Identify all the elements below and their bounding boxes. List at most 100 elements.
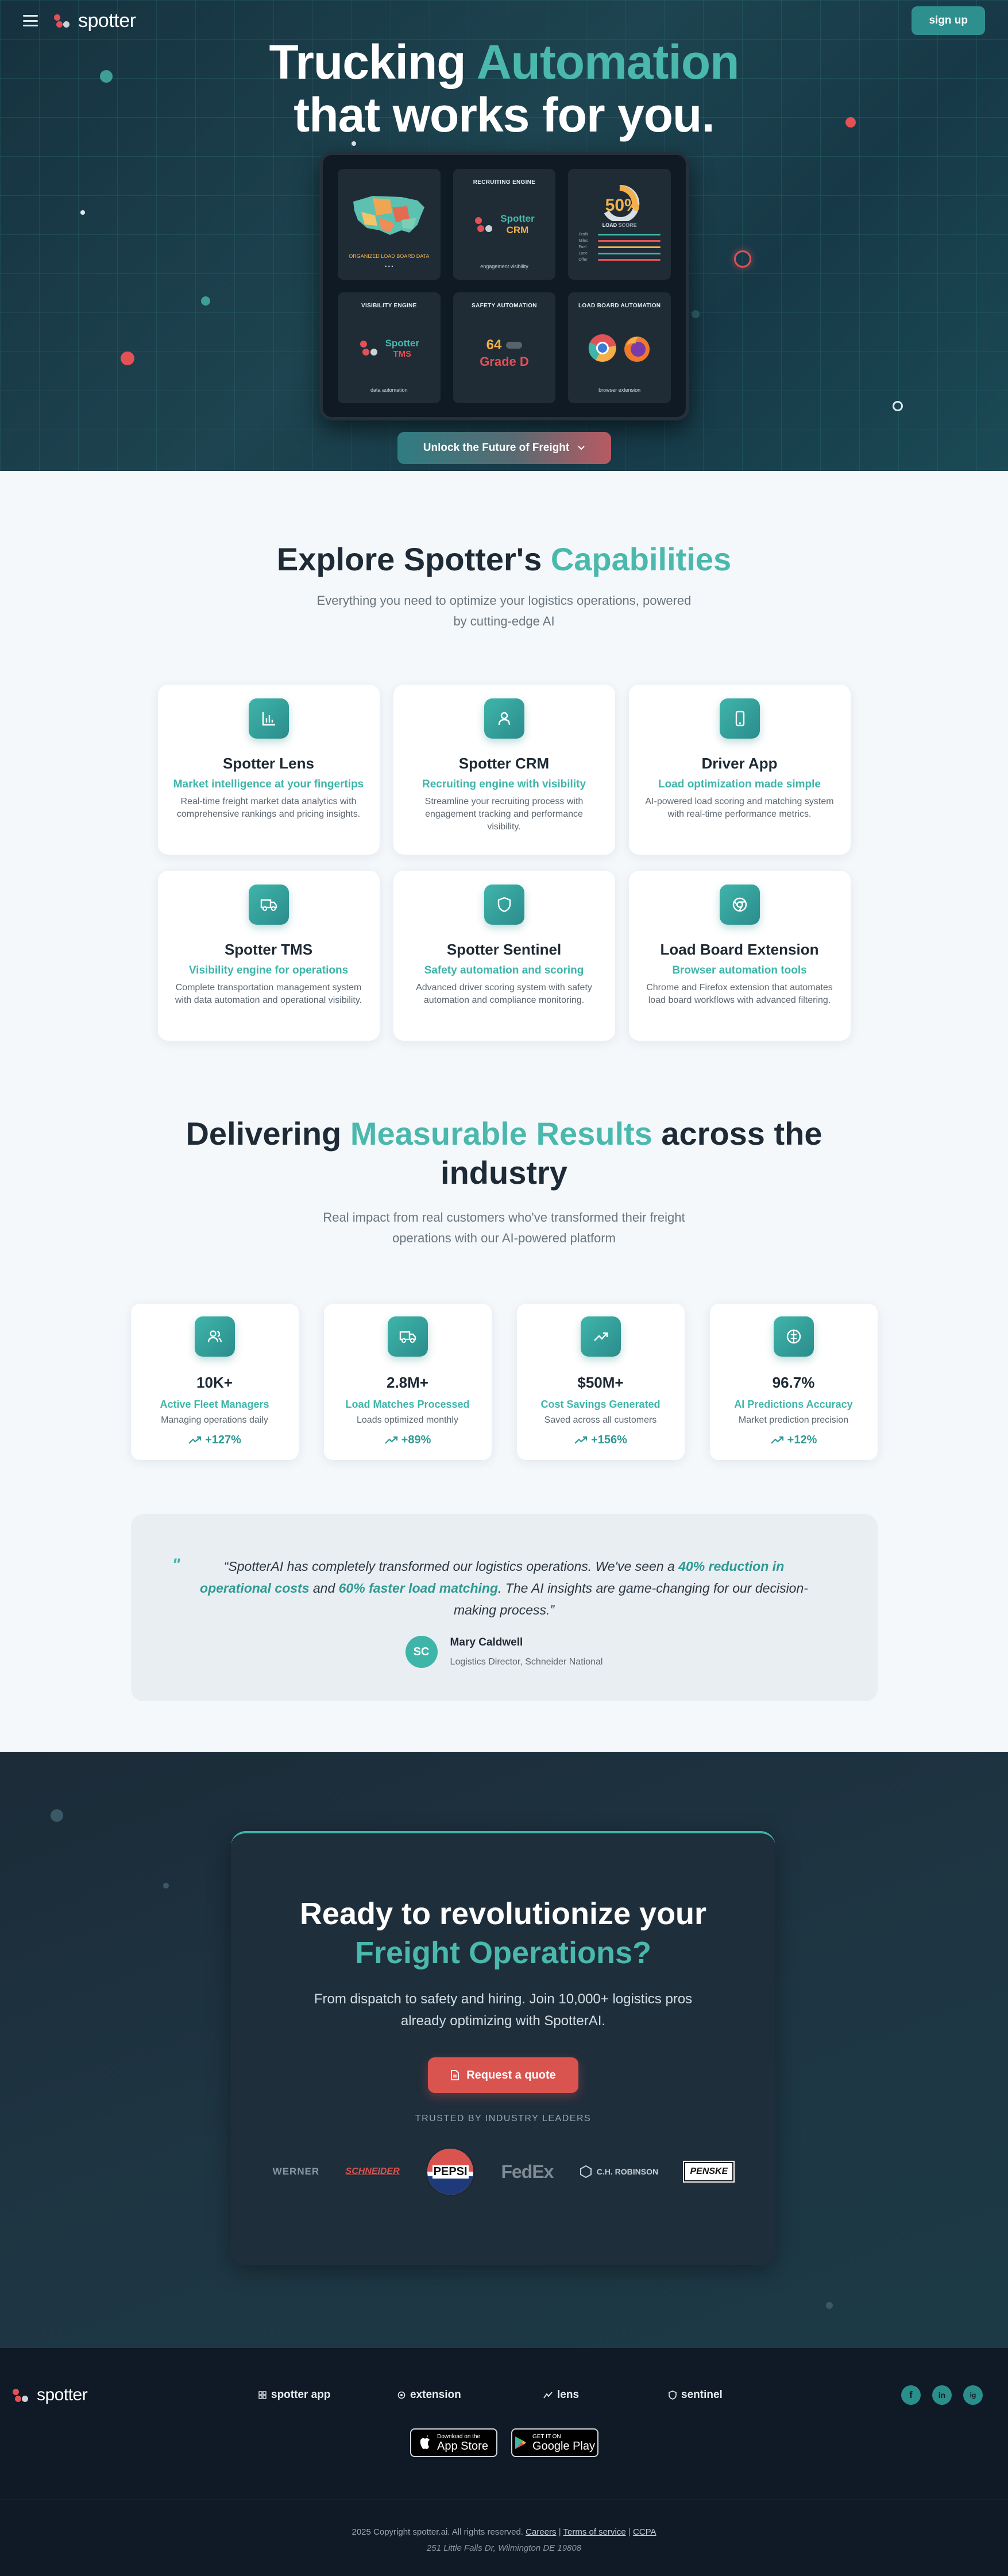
careers-link[interactable]: Careers [526,2527,556,2537]
capability-card-tms[interactable]: Spotter TMS Visibility engine for operat… [157,871,380,1041]
hero-title: Trucking Automation that works for you. [0,36,1008,141]
tablet-card-loadboard-map: ORGANIZED LOAD BOARD DATA • • • [338,169,441,280]
capability-tagline: Recruiting engine with visibility [422,778,586,790]
google-play-icon [515,2436,527,2449]
partner-logo-fedex: FedEx [501,2161,554,2182]
results-title-accent: Measurable Results [350,1115,652,1152]
footer-link-label: lens [557,2389,580,2401]
appstore-big-text: App Store [437,2439,488,2453]
partner-logo-schneider: SCHNEIDER [345,2166,400,2176]
footer-link-label: sentinel [681,2389,723,2401]
request-quote-button[interactable]: Request a quote [428,2057,578,2093]
avatar: SC [405,1636,438,1668]
capability-card-driver-app[interactable]: Driver App Load optimization made simple… [628,685,851,855]
capability-card-sentinel[interactable]: Spotter Sentinel Safety automation and s… [393,871,615,1041]
logo-dots-icon [53,13,72,28]
linkedin-icon[interactable]: in [932,2385,952,2405]
cta-card: Ready to revolutionize your Freight Oper… [231,1831,775,2265]
users-icon [194,1316,235,1357]
stat-trend: +12% [770,1434,817,1447]
unlock-future-button[interactable]: Unlock the Future of Freight [397,432,611,464]
brand-logo[interactable]: spotter [53,10,136,32]
footer-link-sentinel[interactable]: sentinel [669,2389,723,2401]
hero-title-plain: Trucking [269,35,477,89]
unlock-future-label: Unlock the Future of Freight [423,442,570,454]
hero-section: spotter sign up Trucking Automation that… [0,0,1008,471]
stat-card-ai-accuracy: 96.7% AI Predictions Accuracy Market pre… [709,1304,878,1460]
shield-icon [484,885,524,925]
stat-trend-value: +127% [205,1434,241,1446]
testimonial-part: “SpotterAI has completely transformed ou… [223,1559,679,1574]
partner-logo-chrobinson: C.H. ROBINSON [580,2165,658,2178]
instagram-icon[interactable]: ig [963,2385,983,2405]
capability-card-lens[interactable]: Spotter Lens Market intelligence at your… [157,685,380,855]
capability-tagline: Load optimization made simple [658,778,821,790]
capability-name: Spotter Sentinel [446,941,562,958]
decor-dot [692,310,700,318]
stat-value: $50M+ [577,1374,624,1391]
menu-icon[interactable] [23,15,38,26]
results-subtitle-line1: Real impact from real customers who've t… [323,1210,685,1225]
grid-icon [258,2391,267,2399]
author-role: Logistics Director, Schneider National [450,1657,603,1667]
us-map-icon [353,195,425,235]
footer-brand-logo[interactable]: spotter [11,2385,88,2405]
footer-link-label: extension [410,2389,461,2401]
app-store-badge[interactable]: Download on the App Store [410,2428,497,2457]
footer-top-row: spotter spotter app extension lens senti… [0,2378,1008,2412]
appstore-small-text: Download on the [437,2433,481,2440]
decor-dot [163,1883,169,1888]
footer: spotter spotter app extension lens senti… [0,2348,1008,2576]
tablet-logo-text: Spotter [385,337,420,349]
logo-dots-icon [475,217,493,232]
cta-subtitle: From dispatch to safety and hiring. Join… [231,1988,775,2032]
signup-button[interactable]: sign up [912,6,985,35]
bar-chart-icon [248,698,289,739]
gplay-small-text: GET IT ON [532,2433,561,2440]
google-play-badge[interactable]: GET IT ON Google Play [511,2428,598,2457]
capability-description: Real-time freight market data analytics … [176,797,361,819]
tablet-card-foot: data automation [370,387,408,393]
footer-link-extension[interactable]: extension [397,2389,461,2401]
score-row-label: Miles [578,239,588,243]
trending-up-icon [384,1436,397,1444]
stat-card-fleet-managers: 10K+ Active Fleet Managers Managing oper… [130,1304,299,1460]
truck-icon [387,1316,428,1357]
capability-name: Load Board Extension [660,941,819,958]
terms-link[interactable]: Terms of service [563,2527,626,2537]
capability-name: Spotter CRM [458,755,550,772]
brain-icon [773,1316,814,1357]
logo-dots-icon [11,2388,31,2403]
stat-value: 96.7% [772,1374,815,1391]
footer-link-spotter-app[interactable]: spotter app [258,2389,330,2401]
stat-label: Active Fleet Managers [160,1399,269,1410]
brand-name: spotter [78,9,136,32]
chrome-icon [588,334,616,362]
capability-name: Spotter Lens [223,755,314,772]
tablet-logo-sub: TMS [393,349,412,359]
stat-trend-value: +156% [591,1434,627,1446]
ccpa-link[interactable]: CCPA [633,2527,656,2537]
tablet-card-safety: SAFETY AUTOMATION 64 Grade D [453,292,556,403]
social-links: f in ig [901,2385,983,2405]
hexagon-icon [580,2165,592,2178]
logo-dots-icon [360,341,377,356]
capability-card-loadboard-extension[interactable]: Load Board Extension Browser automation … [628,871,851,1041]
stats-grid: 10K+ Active Fleet Managers Managing oper… [130,1304,878,1460]
cta-title: Ready to revolutionize your Freight Oper… [231,1894,775,1972]
tablet-card-crm: RECRUITING ENGINE Spotter CRM engagement… [453,169,556,280]
load-score-percent: 50% [605,196,640,215]
stat-trend-value: +89% [401,1434,431,1446]
footer-link-lens[interactable]: lens [543,2389,579,2401]
phone-icon [719,698,760,739]
capability-tagline: Browser automation tools [672,964,807,976]
facebook-icon[interactable]: f [901,2385,921,2405]
testimonial-part: and [309,1581,339,1596]
chevron-down-icon [578,446,585,450]
author-name: Mary Caldwell [450,1636,523,1648]
decor-dot [826,2302,833,2309]
tablet-card-foot: ORGANIZED LOAD BOARD DATA [349,253,430,259]
partner-logo-werner: WERNER [272,2166,320,2177]
testimonial-part: . The AI insights are game-changing for … [453,1581,808,1617]
capability-card-crm[interactable]: Spotter CRM Recruiting engine with visib… [393,685,615,855]
